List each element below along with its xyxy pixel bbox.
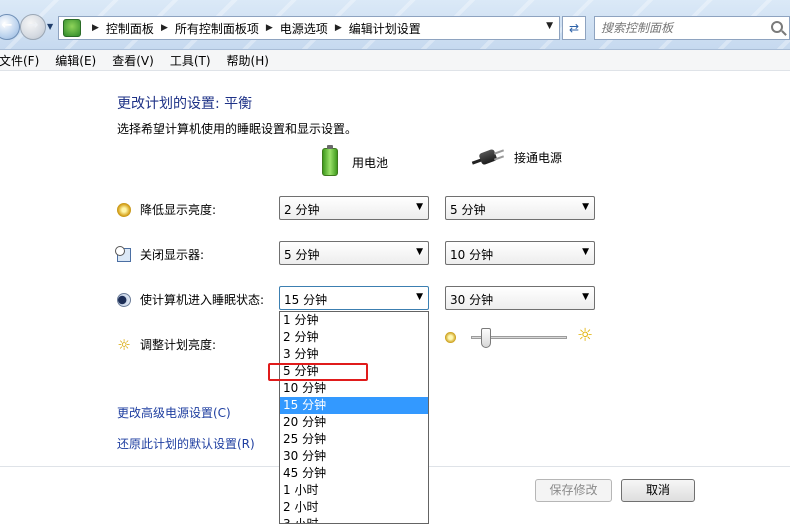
search-input[interactable] (601, 20, 761, 36)
menu-edit[interactable]: 编辑(E) (55, 52, 96, 69)
sleep-battery-select[interactable]: 15 分钟 ▼ (279, 286, 429, 310)
turn-off-display-label: 关闭显示器: (140, 248, 205, 262)
menu-help[interactable]: 帮助(H) (227, 52, 269, 69)
dropdown-option[interactable]: 15 分钟 (280, 397, 428, 414)
select-value: 5 分钟 (450, 203, 486, 217)
turn-off-display-battery-select[interactable]: 5 分钟 ▼ (279, 241, 429, 265)
select-value: 2 分钟 (284, 203, 320, 217)
sleep-label: 使计算机进入睡眠状态: (140, 293, 265, 307)
battery-header-label: 用电池 (352, 155, 389, 170)
dropdown-option[interactable]: 2 分钟 (280, 329, 428, 346)
plugged-header-label: 接通电源 (514, 150, 563, 165)
address-bar[interactable]: ▶ 控制面板 ▶ 所有控制面板项 ▶ 电源选项 ▶ 编辑计划设置 ▼ (58, 16, 560, 40)
address-history-dropdown-icon[interactable]: ▼ (546, 21, 553, 31)
breadcrumb-separator-icon[interactable]: ▶ (335, 23, 342, 33)
dropdown-option[interactable]: 3 小时 (280, 516, 428, 523)
power-plug-icon (471, 148, 505, 166)
battery-icon (322, 145, 338, 176)
restore-defaults-link[interactable]: 还原此计划的默认设置(R) (117, 435, 255, 452)
address-toolbar: ← → ▼ ▶ 控制面板 ▶ 所有控制面板项 ▶ 电源选项 ▶ 编辑计划设置 ▼… (0, 0, 790, 50)
dropdown-option[interactable]: 10 分钟 (280, 380, 428, 397)
chevron-down-icon: ▼ (582, 292, 589, 302)
breadcrumb-separator-icon[interactable]: ▶ (92, 23, 99, 33)
chevron-down-icon: ▼ (416, 292, 423, 302)
back-arrow-icon: ← (1, 18, 13, 33)
advanced-power-settings-link[interactable]: 更改高级电源设置(C) (117, 404, 231, 421)
brightness-label: 调整计划亮度: (140, 338, 217, 352)
menu-bar: 文件(F) 编辑(E) 查看(V) 工具(T) 帮助(H) (0, 50, 790, 71)
chevron-down-icon: ▼ (416, 202, 423, 212)
chevron-down-icon: ▼ (582, 202, 589, 212)
select-value: 5 分钟 (284, 248, 320, 262)
control-panel-icon (63, 19, 81, 37)
brightness-high-icon: ☼ (577, 325, 594, 346)
breadcrumb-separator-icon[interactable]: ▶ (161, 23, 168, 33)
breadcrumb-power-options[interactable]: 电源选项 (280, 20, 328, 37)
forward-button[interactable]: → (20, 14, 46, 40)
brightness-row: ☼ 调整计划亮度: (117, 336, 216, 353)
plugged-column-header: 接通电源 (471, 148, 563, 166)
recent-pages-dropdown[interactable]: ▼ (47, 22, 53, 31)
search-box[interactable] (594, 16, 790, 40)
dropdown-option[interactable]: 25 分钟 (280, 431, 428, 448)
dropdown-option[interactable]: 1 分钟 (280, 312, 428, 329)
slider-thumb[interactable] (480, 328, 491, 348)
refresh-icon: ⇄ (568, 21, 580, 35)
save-changes-button[interactable]: 保存修改 (535, 479, 612, 502)
menu-tools[interactable]: 工具(T) (170, 52, 211, 69)
breadcrumb: ▶ 控制面板 ▶ 所有控制面板项 ▶ 电源选项 ▶ 编辑计划设置 (85, 20, 421, 37)
select-value: 30 分钟 (450, 293, 494, 307)
dim-display-row: 降低显示亮度: (117, 201, 216, 218)
breadcrumb-edit-plan[interactable]: 编辑计划设置 (349, 20, 421, 37)
brightness-plugged-slider[interactable]: ☼ (445, 326, 605, 350)
dim-display-label: 降低显示亮度: (140, 203, 217, 217)
dim-display-battery-select[interactable]: 2 分钟 ▼ (279, 196, 429, 220)
monitor-clock-icon (115, 245, 131, 262)
select-value: 10 分钟 (450, 248, 494, 262)
dim-display-plugged-select[interactable]: 5 分钟 ▼ (445, 196, 595, 220)
sleep-battery-dropdown-list[interactable]: 1 分钟 2 分钟 3 分钟 5 分钟 10 分钟 15 分钟 20 分钟 25 分钟 30 分… (279, 311, 429, 524)
search-icon[interactable] (771, 21, 783, 33)
battery-column-header: 用电池 (322, 145, 389, 176)
dropdown-option[interactable]: 20 分钟 (280, 414, 428, 431)
dropdown-option[interactable]: 2 小时 (280, 499, 428, 516)
sleep-row: 使计算机进入睡眠状态: (117, 291, 264, 308)
page-subtitle: 选择希望计算机使用的睡眠设置和显示设置。 (117, 122, 358, 136)
brightness-sun-icon: ☼ (117, 335, 131, 354)
breadcrumb-separator-icon[interactable]: ▶ (266, 23, 273, 33)
menu-file[interactable]: 文件(F) (0, 52, 39, 69)
chevron-down-icon: ▼ (416, 247, 423, 257)
breadcrumb-control-panel[interactable]: 控制面板 (106, 20, 154, 37)
cancel-button[interactable]: 取消 (621, 479, 695, 502)
dropdown-option[interactable]: 1 小时 (280, 482, 428, 499)
dropdown-option[interactable]: 3 分钟 (280, 346, 428, 363)
menu-view[interactable]: 查看(V) (112, 52, 154, 69)
chevron-down-icon: ▼ (582, 247, 589, 257)
dim-brightness-icon (117, 202, 131, 217)
forward-arrow-icon: → (27, 18, 39, 33)
dropdown-option[interactable]: 30 分钟 (280, 448, 428, 465)
turn-off-display-row: 关闭显示器: (115, 245, 205, 263)
sleep-plugged-select[interactable]: 30 分钟 ▼ (445, 286, 595, 310)
refresh-button[interactable]: ⇄ (562, 16, 586, 40)
select-value: 15 分钟 (284, 293, 328, 307)
brightness-low-icon (445, 332, 456, 343)
sleep-moon-icon (117, 292, 131, 307)
red-highlight-annotation (268, 363, 368, 381)
page-title: 更改计划的设置: 平衡 (117, 96, 253, 112)
turn-off-display-plugged-select[interactable]: 10 分钟 ▼ (445, 241, 595, 265)
dropdown-option[interactable]: 45 分钟 (280, 465, 428, 482)
breadcrumb-all-items[interactable]: 所有控制面板项 (175, 20, 259, 37)
